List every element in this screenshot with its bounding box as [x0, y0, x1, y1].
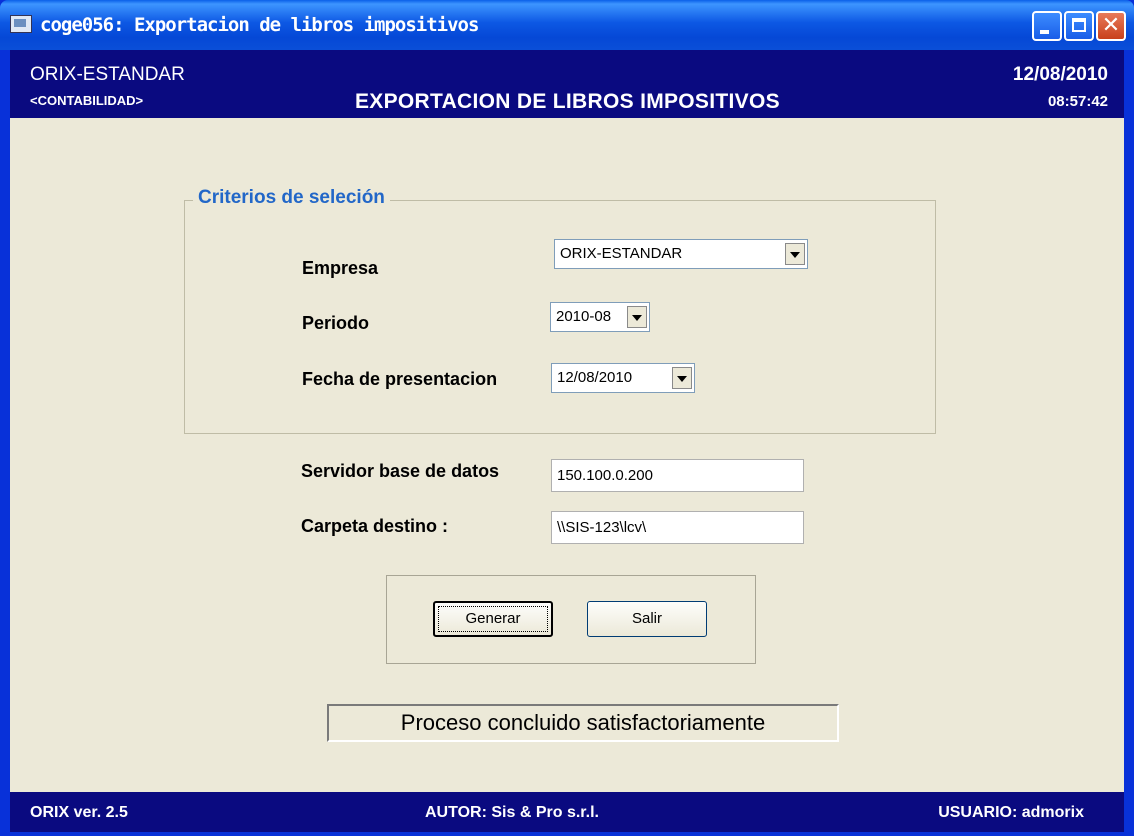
carpeta-label: Carpeta destino : — [301, 516, 449, 536]
version-text: ORIX ver. 2.5 — [30, 804, 128, 821]
page-title: EXPORTACION DE LIBROS IMPOSITIVOS — [355, 90, 780, 113]
servidor-label: Servidor base de datos — [301, 461, 500, 481]
dialog-body: Criterios de seleción Empresa ORIX-ESTAN… — [10, 118, 1124, 792]
servidor-value: 150.100.0.200 — [557, 467, 653, 484]
minimize-button[interactable] — [1032, 11, 1062, 41]
fecha-select[interactable]: 12/08/2010 — [551, 363, 695, 393]
fecha-value: 12/08/2010 — [557, 369, 633, 386]
status-message: Proceso concluido satisfactoriamente — [327, 704, 839, 742]
close-icon: ✕ — [1101, 13, 1121, 38]
empresa-value: ORIX-ESTANDAR — [560, 245, 683, 262]
carpeta-value: \\SIS-123\lcv\ — [557, 519, 647, 536]
window-title: coge056: Exportacion de libros impositiv… — [40, 14, 479, 36]
periodo-label: Periodo — [302, 313, 370, 333]
minimize-icon — [1040, 30, 1049, 34]
company-name: ORIX-ESTANDAR — [30, 64, 185, 85]
close-button[interactable]: ✕ — [1096, 11, 1126, 41]
app-header: ORIX-ESTANDAR <CONTABILIDAD> EXPORTACION… — [10, 50, 1124, 118]
maximize-button[interactable] — [1064, 11, 1094, 41]
periodo-value: 2010-08 — [556, 308, 612, 325]
status-bar: ORIX ver. 2.5 AUTOR: Sis & Pro s.r.l. US… — [10, 792, 1124, 832]
selection-criteria-group: Criterios de seleción Empresa ORIX-ESTAN… — [184, 187, 936, 434]
title-bar[interactable]: coge056: Exportacion de libros impositiv… — [0, 0, 1134, 50]
servidor-input[interactable]: 150.100.0.200 — [551, 459, 804, 492]
fecha-label: Fecha de presentacion — [302, 369, 498, 389]
author-text: AUTOR: Sis & Pro s.r.l. — [425, 804, 599, 821]
maximize-icon — [1072, 18, 1086, 32]
generar-button[interactable]: Generar — [433, 601, 553, 637]
header-date: 12/08/2010 — [1012, 64, 1108, 85]
carpeta-input[interactable]: \\SIS-123\lcv\ — [551, 511, 804, 544]
module-name: <CONTABILIDAD> — [30, 93, 144, 108]
empresa-label: Empresa — [302, 258, 379, 278]
dropdown-arrow-icon[interactable] — [627, 306, 647, 328]
dropdown-arrow-icon[interactable] — [672, 367, 692, 389]
salir-button[interactable]: Salir — [587, 601, 707, 637]
empresa-select[interactable]: ORIX-ESTANDAR — [554, 239, 808, 269]
dropdown-arrow-icon[interactable] — [785, 243, 805, 265]
group-legend: Criterios de seleción — [193, 187, 390, 209]
app-window: coge056: Exportacion de libros impositiv… — [0, 0, 1134, 836]
app-window-icon[interactable] — [10, 15, 32, 33]
header-time: 08:57:42 — [1047, 93, 1108, 110]
periodo-select[interactable]: 2010-08 — [550, 302, 650, 332]
user-text: USUARIO: admorix — [938, 804, 1084, 821]
action-panel: Generar Salir — [386, 575, 756, 664]
